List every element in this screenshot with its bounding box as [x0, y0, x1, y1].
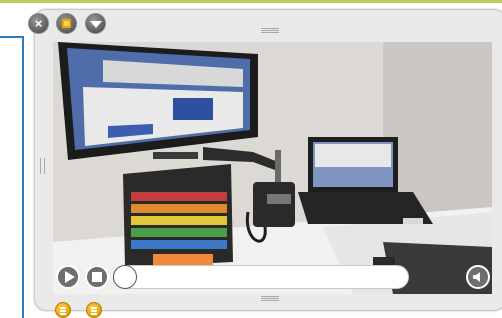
close-button[interactable]: ×	[28, 13, 49, 34]
page: ×	[0, 0, 502, 318]
stop-button[interactable]	[85, 265, 109, 289]
play-icon	[65, 271, 75, 283]
caption-button-2[interactable]	[86, 302, 102, 318]
volume-icon	[473, 272, 480, 282]
stop-icon	[92, 272, 102, 282]
frame-line-vertical	[22, 36, 24, 318]
collapse-button[interactable]	[85, 13, 106, 34]
restore-button[interactable]	[56, 13, 77, 34]
restore-window-icon	[62, 19, 71, 28]
video-scene	[53, 42, 492, 294]
chevron-down-icon	[90, 21, 102, 28]
progress-knob[interactable]	[113, 265, 137, 289]
progress-track[interactable]	[113, 265, 409, 289]
video-frame[interactable]	[53, 42, 492, 294]
resize-grip-left[interactable]	[40, 158, 45, 174]
play-button[interactable]	[56, 265, 80, 289]
frame-line-horizontal	[0, 36, 23, 38]
caption-button-1[interactable]	[55, 302, 71, 318]
top-accent-bar	[0, 0, 502, 3]
resize-grip-bottom[interactable]	[261, 296, 279, 301]
volume-button[interactable]	[466, 265, 490, 289]
close-icon: ×	[34, 16, 43, 31]
resize-grip-top[interactable]	[261, 28, 279, 33]
